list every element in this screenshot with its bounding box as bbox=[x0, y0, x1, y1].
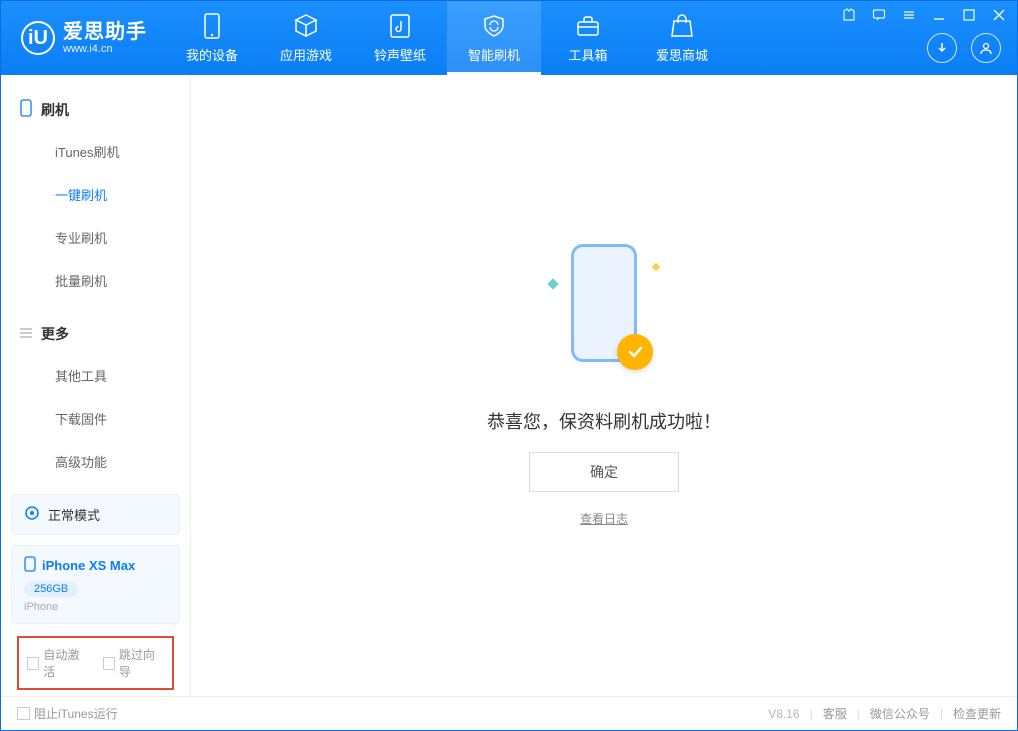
device-type-label: iPhone bbox=[24, 601, 167, 613]
checkbox-auto-activate[interactable]: 自动激活 bbox=[27, 646, 89, 680]
download-button[interactable] bbox=[927, 33, 957, 63]
checkbox-label: 跳过向导 bbox=[119, 646, 164, 680]
close-button[interactable] bbox=[991, 7, 1007, 23]
device-storage-badge: 256GB bbox=[24, 581, 78, 597]
footer: 阻止iTunes运行 V8.16 | 客服 | 微信公众号 | 检查更新 bbox=[1, 696, 1017, 730]
checkbox-block-itunes[interactable]: 阻止iTunes运行 bbox=[17, 705, 118, 722]
footer-link-check-update[interactable]: 检查更新 bbox=[953, 705, 1001, 722]
sparkle-icon bbox=[547, 278, 558, 289]
sidebar-item-advanced[interactable]: 高级功能 bbox=[1, 440, 190, 483]
shopping-bag-icon bbox=[669, 13, 695, 39]
nav-label: 铃声壁纸 bbox=[374, 45, 426, 64]
app-site: www.i4.cn bbox=[63, 43, 147, 55]
version-label: V8.16 bbox=[768, 707, 799, 721]
sidebar-group-title: 更多 bbox=[41, 324, 69, 344]
checkbox-box-icon bbox=[27, 657, 39, 670]
sidebar-item-itunes-flash[interactable]: iTunes刷机 bbox=[1, 130, 190, 173]
list-icon bbox=[19, 326, 33, 343]
titlebar: iU 爱思助手 www.i4.cn 我的设备 应用游戏 铃声壁纸 智能刷机 bbox=[1, 1, 1017, 75]
success-message: 恭喜您，保资料刷机成功啦！ bbox=[487, 408, 721, 434]
nav-label: 智能刷机 bbox=[468, 45, 520, 64]
success-illustration bbox=[549, 244, 659, 384]
highlighted-checkbox-row: 自动激活 跳过向导 bbox=[17, 636, 174, 690]
nav-label: 应用游戏 bbox=[280, 45, 332, 64]
checkbox-skip-wizard[interactable]: 跳过向导 bbox=[103, 646, 165, 680]
nav-label: 爱思商城 bbox=[656, 45, 708, 64]
device-mode-status[interactable]: 正常模式 bbox=[11, 494, 180, 535]
device-phone-icon bbox=[24, 556, 36, 575]
checkbox-label: 自动激活 bbox=[43, 646, 88, 680]
device-card[interactable]: iPhone XS Max 256GB iPhone bbox=[11, 545, 180, 624]
checkbox-box-icon bbox=[103, 657, 115, 670]
nav-apps-games[interactable]: 应用游戏 bbox=[259, 1, 353, 75]
maximize-button[interactable] bbox=[961, 7, 977, 23]
sidebar-group-more: 更多 bbox=[1, 314, 190, 354]
logo-block: iU 爱思助手 www.i4.cn bbox=[1, 1, 165, 75]
ok-button[interactable]: 确定 bbox=[529, 452, 679, 492]
device-mode-label: 正常模式 bbox=[48, 505, 100, 524]
sparkle-icon bbox=[652, 263, 660, 271]
checkbox-label: 阻止iTunes运行 bbox=[34, 705, 118, 722]
titlebar-right-buttons bbox=[927, 33, 1001, 63]
nav-my-device[interactable]: 我的设备 bbox=[165, 1, 259, 75]
sidebar: 刷机 iTunes刷机 一键刷机 专业刷机 批量刷机 更多 其他工具 下载固件 … bbox=[1, 75, 191, 696]
divider: | bbox=[857, 707, 860, 721]
app-title: 爱思助手 bbox=[63, 21, 147, 43]
sidebar-item-oneclick-flash[interactable]: 一键刷机 bbox=[1, 173, 190, 216]
footer-link-wechat[interactable]: 微信公众号 bbox=[870, 705, 930, 722]
divider: | bbox=[810, 707, 813, 721]
app-window: iU 爱思助手 www.i4.cn 我的设备 应用游戏 铃声壁纸 智能刷机 bbox=[0, 0, 1018, 731]
skin-icon[interactable] bbox=[841, 7, 857, 23]
body: 刷机 iTunes刷机 一键刷机 专业刷机 批量刷机 更多 其他工具 下载固件 … bbox=[1, 75, 1017, 696]
main-content: 恭喜您，保资料刷机成功啦！ 确定 查看日志 bbox=[191, 75, 1017, 696]
sidebar-group-flash: 刷机 bbox=[1, 89, 190, 130]
footer-link-support[interactable]: 客服 bbox=[823, 705, 847, 722]
sidebar-group-title: 刷机 bbox=[41, 100, 69, 120]
sidebar-item-batch-flash[interactable]: 批量刷机 bbox=[1, 259, 190, 302]
sidebar-item-other-tools[interactable]: 其他工具 bbox=[1, 354, 190, 397]
cube-icon bbox=[293, 13, 319, 39]
sidebar-item-download-firmware[interactable]: 下载固件 bbox=[1, 397, 190, 440]
app-logo-icon: iU bbox=[21, 21, 55, 55]
refresh-shield-icon bbox=[481, 13, 507, 39]
status-dot-icon bbox=[24, 505, 40, 524]
checkbox-box-icon bbox=[17, 707, 30, 720]
nav-ringtone-wallpaper[interactable]: 铃声壁纸 bbox=[353, 1, 447, 75]
nav-label: 工具箱 bbox=[568, 45, 607, 64]
nav-toolbox[interactable]: 工具箱 bbox=[541, 1, 635, 75]
toolbox-icon bbox=[575, 13, 601, 39]
sidebar-item-pro-flash[interactable]: 专业刷机 bbox=[1, 216, 190, 259]
checkmark-badge-icon bbox=[617, 334, 653, 370]
top-nav: 我的设备 应用游戏 铃声壁纸 智能刷机 工具箱 爱思商城 bbox=[165, 1, 729, 75]
divider: | bbox=[940, 707, 943, 721]
nav-label: 我的设备 bbox=[186, 45, 238, 64]
window-controls bbox=[841, 7, 1007, 23]
device-name-label: iPhone XS Max bbox=[42, 558, 135, 573]
phone-small-icon bbox=[19, 99, 33, 120]
view-log-link[interactable]: 查看日志 bbox=[580, 510, 628, 527]
device-icon bbox=[199, 13, 225, 39]
sidebar-bottom: 正常模式 iPhone XS Max 256GB iPhone 自动激活 bbox=[1, 486, 190, 696]
feedback-icon[interactable] bbox=[871, 7, 887, 23]
user-button[interactable] bbox=[971, 33, 1001, 63]
nav-store[interactable]: 爱思商城 bbox=[635, 1, 729, 75]
menu-icon[interactable] bbox=[901, 7, 917, 23]
minimize-button[interactable] bbox=[931, 7, 947, 23]
music-file-icon bbox=[387, 13, 413, 39]
nav-smart-flash[interactable]: 智能刷机 bbox=[447, 1, 541, 75]
